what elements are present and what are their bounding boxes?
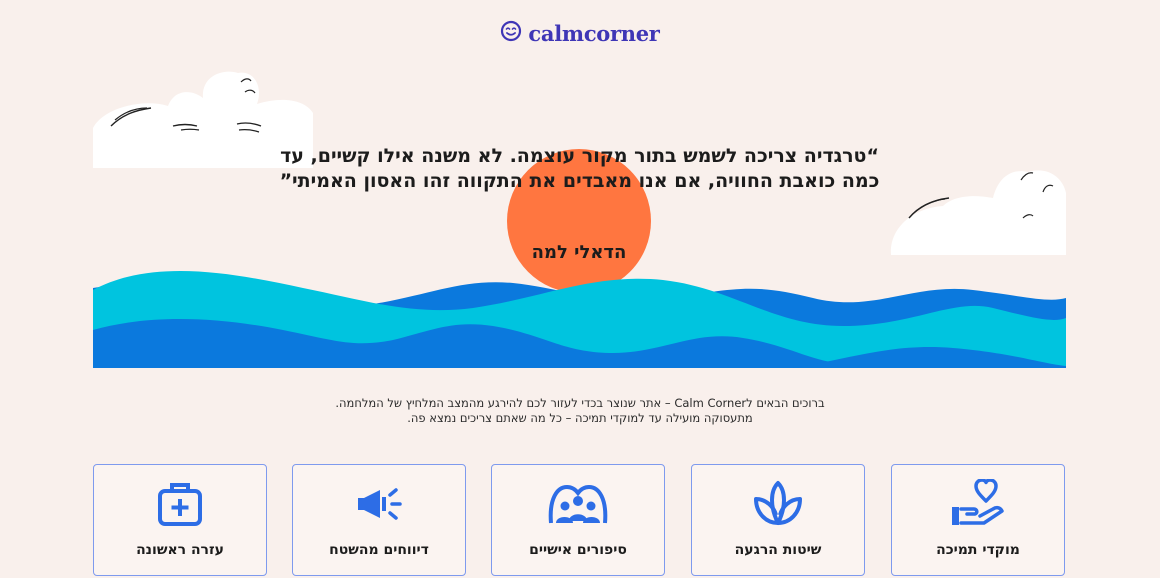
lotus-icon xyxy=(754,481,802,525)
hero-quote: “טרגדיה צריכה לשמש בתור מקור עוצמה. לא מ… xyxy=(279,145,880,192)
card-first-aid[interactable]: עזרה ראשונה xyxy=(93,464,267,576)
first-aid-kit-icon xyxy=(158,483,202,526)
card-label: מוקדי תמיכה xyxy=(936,542,1020,558)
card-label: עזרה ראשונה xyxy=(136,542,224,558)
hero-illustration xyxy=(93,71,1066,368)
megaphone-icon xyxy=(358,488,402,520)
card-field-reports[interactable]: דיווחים מהשטח xyxy=(292,464,466,576)
smiley-face-icon xyxy=(500,20,522,46)
card-label: דיווחים מהשטח xyxy=(329,542,429,558)
card-label: שיטות הרגעה xyxy=(734,542,822,558)
intro-text: ברוכים הבאים לCalm Corner – אתר שנוצר בכ… xyxy=(200,396,960,426)
card-label: סיפורים אישיים xyxy=(529,542,627,558)
site-logo[interactable]: calmcorner xyxy=(0,20,1160,46)
card-personal-stories[interactable]: סיפורים אישיים xyxy=(491,464,665,576)
category-cards: עזרה ראשונה דיווחים מהשטח סיפורים אישיים… xyxy=(93,464,1066,578)
people-group-icon xyxy=(548,484,608,524)
quote-author: הדאלי למה xyxy=(531,242,627,263)
cloud-right xyxy=(890,170,1066,255)
heart-hand-icon xyxy=(952,479,1004,525)
logo-text: calmcorner xyxy=(528,20,660,46)
hero-banner: “טרגדיה צריכה לשמש בתור מקור עוצמה. לא מ… xyxy=(93,68,1066,368)
intro-line-2: מתעסוקה מועילה עד למוקדי תמיכה – כל מה ש… xyxy=(407,411,753,425)
card-support-centers[interactable]: מוקדי תמיכה xyxy=(891,464,1065,576)
card-calming-methods[interactable]: שיטות הרגעה xyxy=(691,464,865,576)
intro-line-1: ברוכים הבאים לCalm Corner – אתר שנוצר בכ… xyxy=(335,396,825,410)
